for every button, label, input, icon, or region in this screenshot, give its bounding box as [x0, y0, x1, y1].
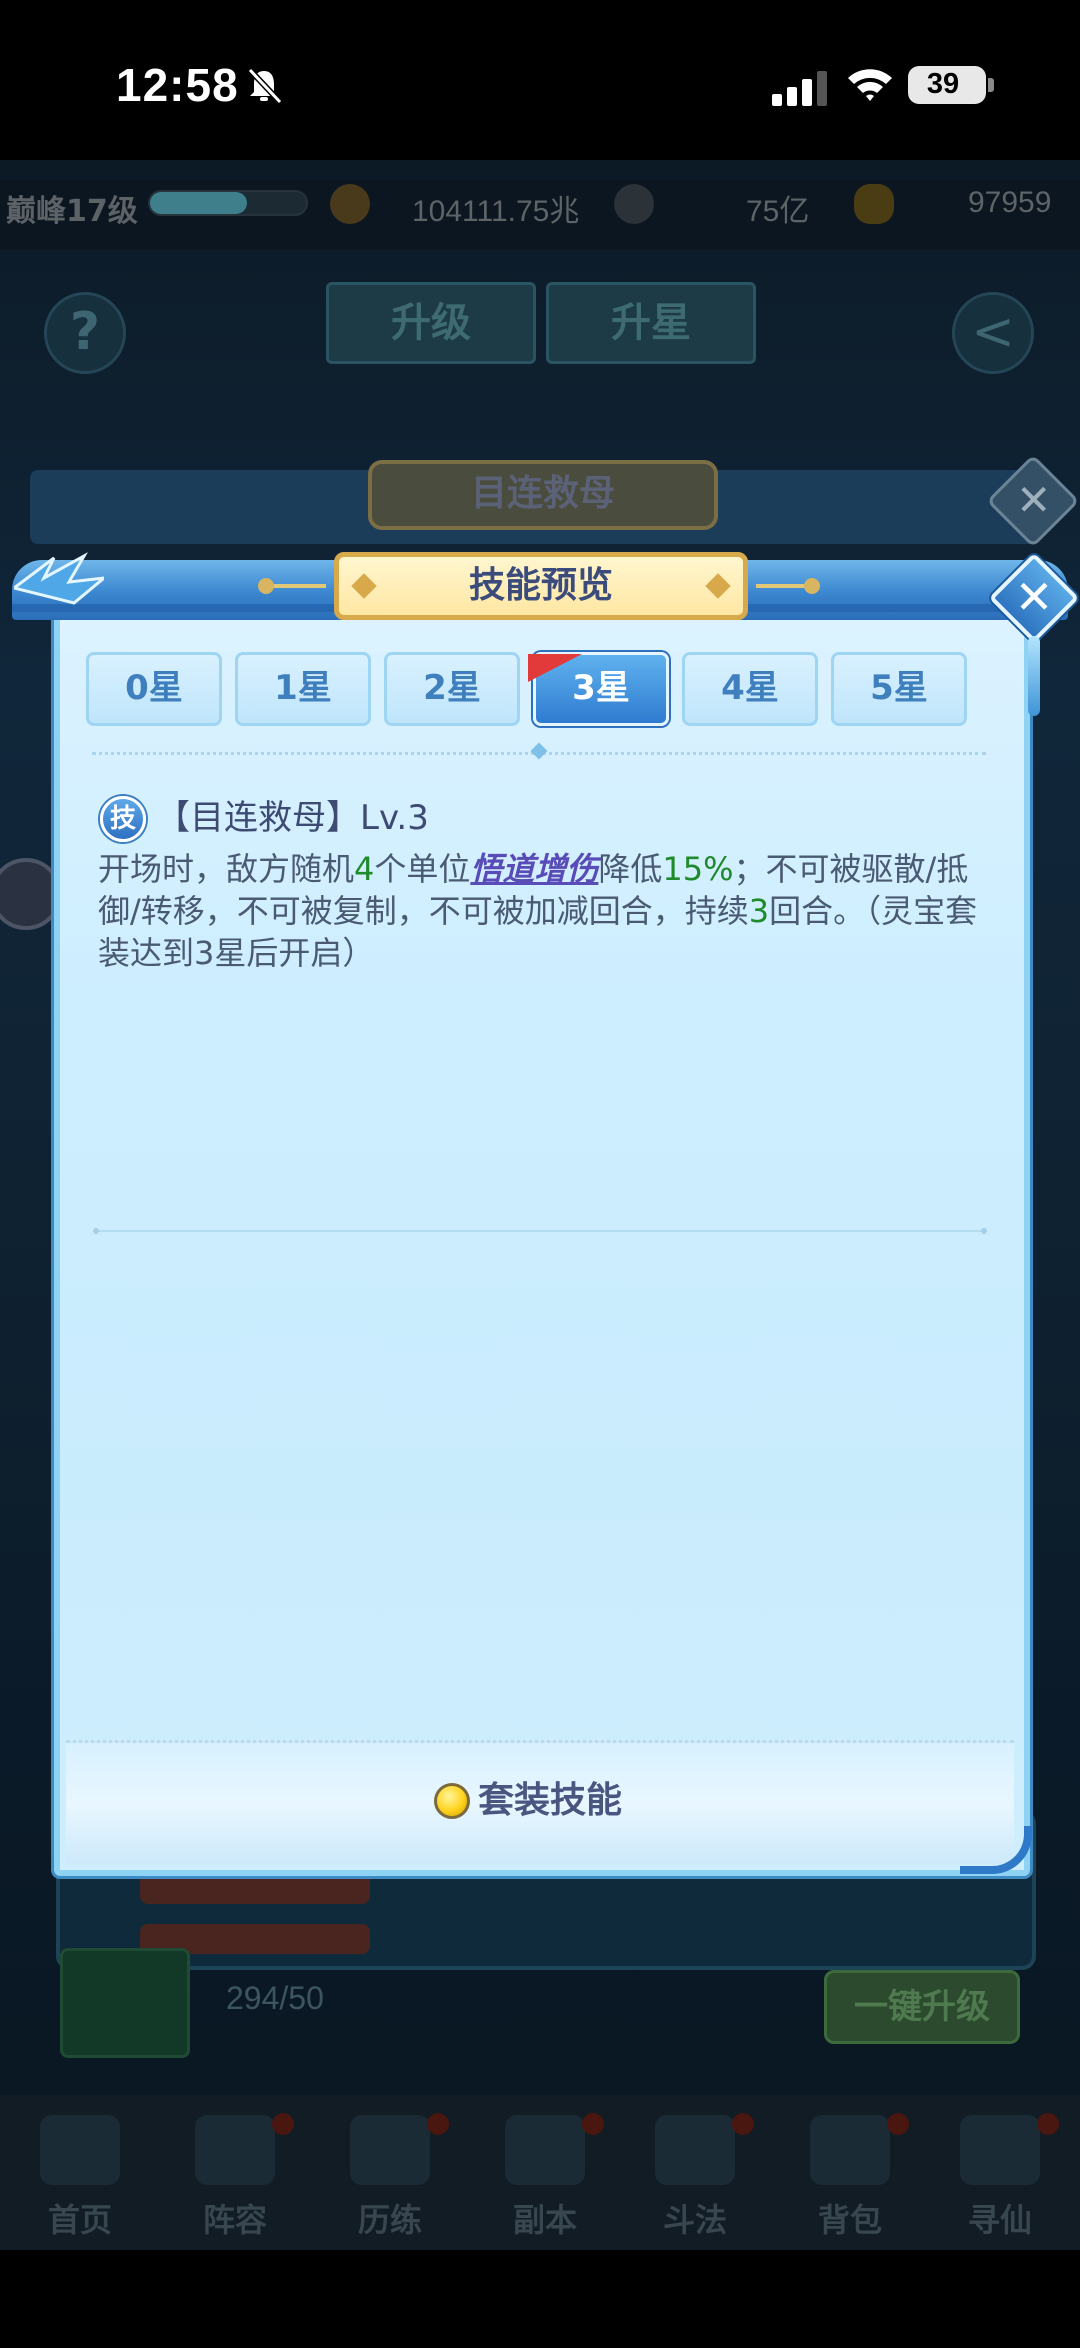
skill-badge-icon: 技: [100, 796, 146, 842]
nav-label: 斗法: [662, 2201, 727, 2239]
wing-ornament-icon: [14, 552, 104, 605]
skill-description: 开场时，敌方随机4个单位悟道增伤降低15%；不可被驱散/抵御/转移，不可被复制，…: [98, 848, 988, 974]
tab-upgrade[interactable]: 升级: [326, 282, 536, 364]
dialog-title-plate: 技能预览: [334, 552, 748, 620]
nav-label: 背包: [817, 2201, 882, 2239]
nav-duel[interactable]: 斗法: [620, 2095, 770, 2250]
item-slot: [60, 1948, 190, 2058]
notification-dot: [732, 2113, 754, 2135]
currency-1: 104111.75兆: [412, 195, 580, 228]
one-click-upgrade-label: 一键升级: [854, 1987, 990, 2027]
outer-popup-title: 目连救母: [470, 473, 615, 514]
bell-muted-icon: [247, 67, 283, 105]
nav-label: 阵容: [202, 2201, 267, 2239]
skill-title: 【目连救母】Lv.3: [156, 798, 429, 838]
highlight-value: 3: [748, 892, 770, 930]
attribute-row: [140, 1874, 370, 1904]
training-icon: [350, 2115, 430, 2185]
tab-star-up-label: 升星: [611, 300, 691, 346]
tab-4-star[interactable]: 4星: [682, 652, 818, 726]
nav-home[interactable]: 首页: [5, 2095, 155, 2250]
battery-level: 39: [926, 68, 960, 100]
tab-0-star[interactable]: 0星: [86, 652, 222, 726]
set-skill-dot-icon: [434, 1783, 470, 1819]
nav-label: 首页: [47, 2201, 112, 2239]
header-knob-right: [804, 578, 820, 594]
help-button[interactable]: ?: [44, 292, 126, 374]
tab-label: 0星: [125, 668, 183, 708]
nav-bag[interactable]: 背包: [775, 2095, 925, 2250]
bottom-bezel: [0, 2250, 1080, 2348]
spirit-stone-icon: [330, 184, 370, 224]
gold-ingot-icon: [854, 184, 894, 224]
nav-training[interactable]: 历练: [315, 2095, 465, 2250]
currency-3: 97959: [968, 186, 1052, 219]
nav-lineup[interactable]: 阵容: [160, 2095, 310, 2250]
notification-dot: [272, 2113, 294, 2135]
bottom-nav: 首页 阵容 历练 副本 斗法 背包 寻仙: [0, 2095, 1080, 2250]
seek-immortal-icon: [960, 2115, 1040, 2185]
nav-label: 副本: [512, 2201, 577, 2239]
status-bar: 12:58 39: [0, 0, 1080, 160]
bag-icon: [810, 2115, 890, 2185]
header-knob-left: [258, 578, 274, 594]
tassel-ornament: [1028, 636, 1040, 716]
notification-dot: [427, 2113, 449, 2135]
nav-seek-immortal[interactable]: 寻仙: [925, 2095, 1075, 2250]
lineup-icon: [195, 2115, 275, 2185]
tab-label: 4星: [721, 668, 779, 708]
realm-level: 巅峰17级: [6, 194, 138, 229]
notification-dot: [1037, 2113, 1059, 2135]
tab-1-star[interactable]: 1星: [235, 652, 371, 726]
dungeon-icon: [505, 2115, 585, 2185]
home-icon: [40, 2115, 120, 2185]
wifi-icon: [848, 69, 892, 101]
battery-indicator: 39: [908, 66, 986, 104]
tab-upgrade-label: 升级: [391, 300, 471, 346]
battery-cap: [988, 78, 994, 92]
dialog-title: 技能预览: [468, 565, 613, 606]
set-skill-label: 套装技能: [478, 1780, 623, 1821]
tab-2-star[interactable]: 2星: [384, 652, 520, 726]
close-icon: ✕: [1014, 570, 1054, 624]
tab-label: 2星: [423, 668, 481, 708]
description-text: 降低: [598, 850, 663, 888]
status-time: 12:58: [116, 59, 239, 111]
tab-label: 5星: [870, 668, 928, 708]
nav-label: 历练: [357, 2201, 422, 2239]
nav-label: 寻仙: [967, 2201, 1032, 2239]
current-star-flag-icon: [528, 654, 582, 682]
description-text: 个单位: [374, 850, 471, 888]
signal-icon: [772, 71, 827, 106]
currency-2: 75亿: [746, 195, 810, 228]
back-button[interactable]: <: [952, 292, 1034, 374]
notification-dot: [582, 2113, 604, 2135]
description-text: 开场时，敌方随机: [98, 850, 355, 888]
one-click-upgrade-button[interactable]: 一键升级: [824, 1970, 1020, 2044]
close-icon: ✕: [1016, 475, 1052, 525]
coin-icon: [614, 184, 654, 224]
nav-dungeon[interactable]: 副本: [470, 2095, 620, 2250]
notification-dot: [887, 2113, 909, 2135]
highlight-value: 15%: [662, 850, 734, 888]
highlight-value: 4: [354, 850, 375, 888]
dialog-footer: 套装技能: [66, 1740, 1014, 1864]
buff-term-link[interactable]: 悟道增伤: [470, 850, 598, 888]
header-line-left: [270, 584, 326, 588]
duel-icon: [655, 2115, 735, 2185]
tab-star-up[interactable]: 升星: [546, 282, 756, 364]
exp-bar-fill: [150, 192, 247, 214]
outer-popup-title-plate: 目连救母: [368, 460, 718, 530]
material-progress: 294/50: [226, 1980, 324, 2016]
exp-bar: [148, 190, 308, 216]
content-divider: [93, 1228, 987, 1234]
tab-label: 1星: [274, 668, 332, 708]
tab-5-star[interactable]: 5星: [831, 652, 967, 726]
